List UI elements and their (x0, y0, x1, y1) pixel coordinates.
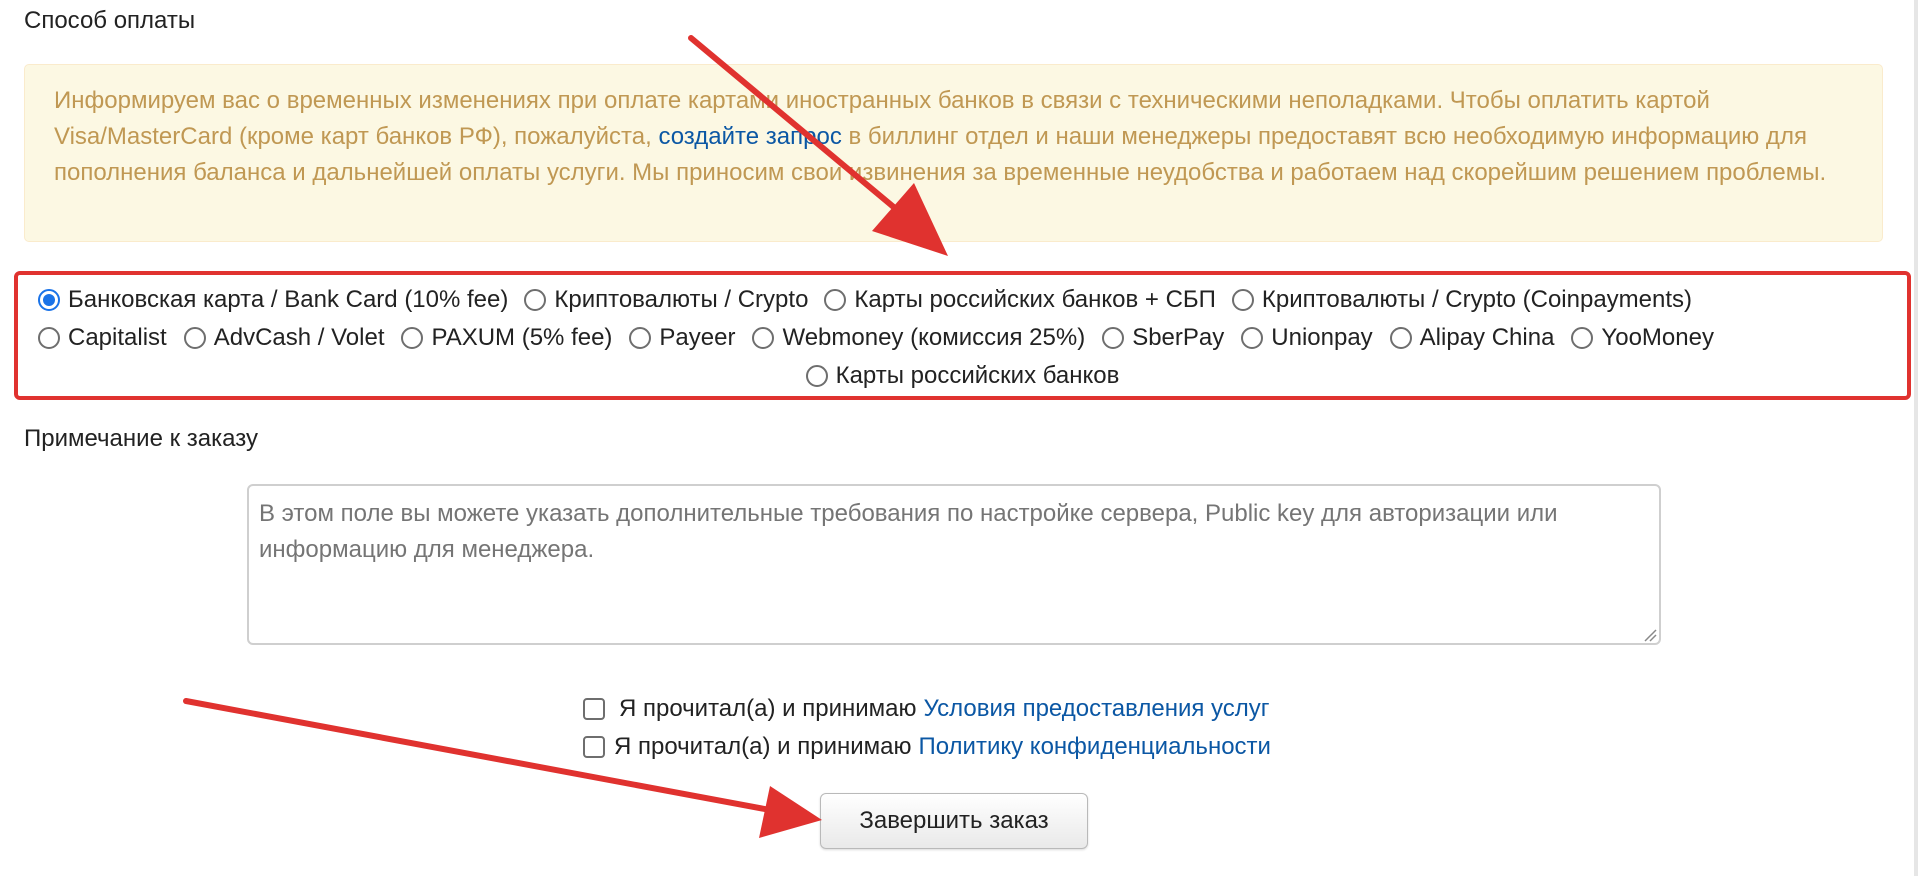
payment-option-label: Unionpay (1271, 324, 1373, 351)
payment-option-paxum[interactable]: PAXUM (5% fee) (401, 324, 612, 352)
order-note-title: Примечание к заказу (24, 425, 258, 452)
privacy-checkbox[interactable] (583, 736, 605, 758)
payment-option-bank-card[interactable]: Банковская карта / Bank Card (10% fee) (38, 286, 508, 314)
radio-crypto[interactable] (524, 289, 547, 311)
payment-method-title: Способ оплаты (24, 7, 196, 34)
payment-option-crypto[interactable]: Криптовалюты / Crypto (524, 286, 808, 314)
payment-option-payeer[interactable]: Payeer (629, 324, 735, 352)
complete-order-button[interactable]: Завершить заказ (820, 793, 1088, 849)
payment-option-label: Alipay China (1419, 324, 1555, 351)
payment-option-label: Карты российских банков (835, 362, 1120, 389)
radio-sberpay[interactable] (1102, 327, 1125, 349)
payment-option-ru-cards-sbp[interactable]: Карты российских банков + СБП (824, 286, 1216, 314)
payment-option-label: YooMoney (1601, 324, 1714, 351)
terms-agreement: Я прочитал(а) и принимаю Условия предост… (583, 695, 1270, 723)
radio-paxum[interactable] (401, 327, 424, 349)
payment-option-label: SberPay (1132, 324, 1225, 351)
payment-option-label: Криптовалюты / Crypto (Coinpayments) (1261, 286, 1693, 313)
radio-coinpayments[interactable] (1231, 289, 1254, 311)
radio-ru-cards[interactable] (805, 365, 828, 387)
payment-option-label: AdvCash / Volet (213, 324, 385, 351)
radio-webmoney[interactable] (752, 327, 775, 349)
radio-ru-cards-sbp[interactable] (824, 289, 847, 311)
resize-grip-icon[interactable] (1643, 628, 1657, 642)
scrollbar-track[interactable] (1914, 0, 1918, 876)
payment-option-yoomoney[interactable]: YooMoney (1571, 324, 1714, 352)
privacy-agreement: Я прочитал(а) и принимаю Политику конфид… (583, 733, 1271, 761)
radio-advcash[interactable] (183, 327, 206, 349)
radio-yoomoney[interactable] (1571, 327, 1594, 349)
payment-option-unionpay[interactable]: Unionpay (1241, 324, 1373, 352)
radio-alipay[interactable] (1389, 327, 1412, 349)
privacy-text: Я прочитал(а) и принимаю (614, 733, 912, 760)
payment-option-label: Payeer (659, 324, 736, 351)
terms-link[interactable]: Условия предоставления услуг (923, 695, 1269, 723)
payment-option-alipay[interactable]: Alipay China (1389, 324, 1555, 352)
terms-text: Я прочитал(а) и принимаю (619, 695, 917, 722)
radio-payeer[interactable] (629, 327, 652, 349)
payment-option-label: Криптовалюты / Crypto (554, 286, 809, 313)
payment-option-sberpay[interactable]: SberPay (1102, 324, 1224, 352)
terms-checkbox[interactable] (583, 698, 605, 720)
radio-capitalist[interactable] (38, 327, 60, 349)
payment-option-coinpayments[interactable]: Криптовалюты / Crypto (Coinpayments) (1231, 286, 1693, 314)
create-request-link[interactable]: создайте запрос (658, 123, 841, 150)
payment-option-advcash[interactable]: AdvCash / Volet (183, 324, 385, 352)
payment-option-webmoney[interactable]: Webmoney (комиссия 25%) (752, 324, 1085, 352)
radio-bank-card[interactable] (38, 289, 60, 311)
payment-option-capitalist[interactable]: Capitalist (38, 324, 167, 352)
payment-option-label: Capitalist (68, 324, 167, 351)
payment-option-label: Карты российских банков + СБП (854, 286, 1216, 313)
radio-unionpay[interactable] (1241, 327, 1264, 349)
payment-option-ru-cards[interactable]: Карты российских банков (805, 362, 1120, 390)
privacy-link[interactable]: Политику конфиденциальности (918, 733, 1270, 761)
payment-option-label: Банковская карта / Bank Card (10% fee) (68, 286, 509, 313)
order-note-textarea[interactable] (247, 484, 1661, 645)
payment-notice-alert: Информируем вас о временных изменениях п… (24, 64, 1883, 242)
payment-methods-group: Банковская карта / Bank Card (10% fee) К… (14, 271, 1911, 400)
payment-option-label: Webmoney (комиссия 25%) (782, 324, 1086, 351)
payment-option-label: PAXUM (5% fee) (431, 324, 613, 351)
